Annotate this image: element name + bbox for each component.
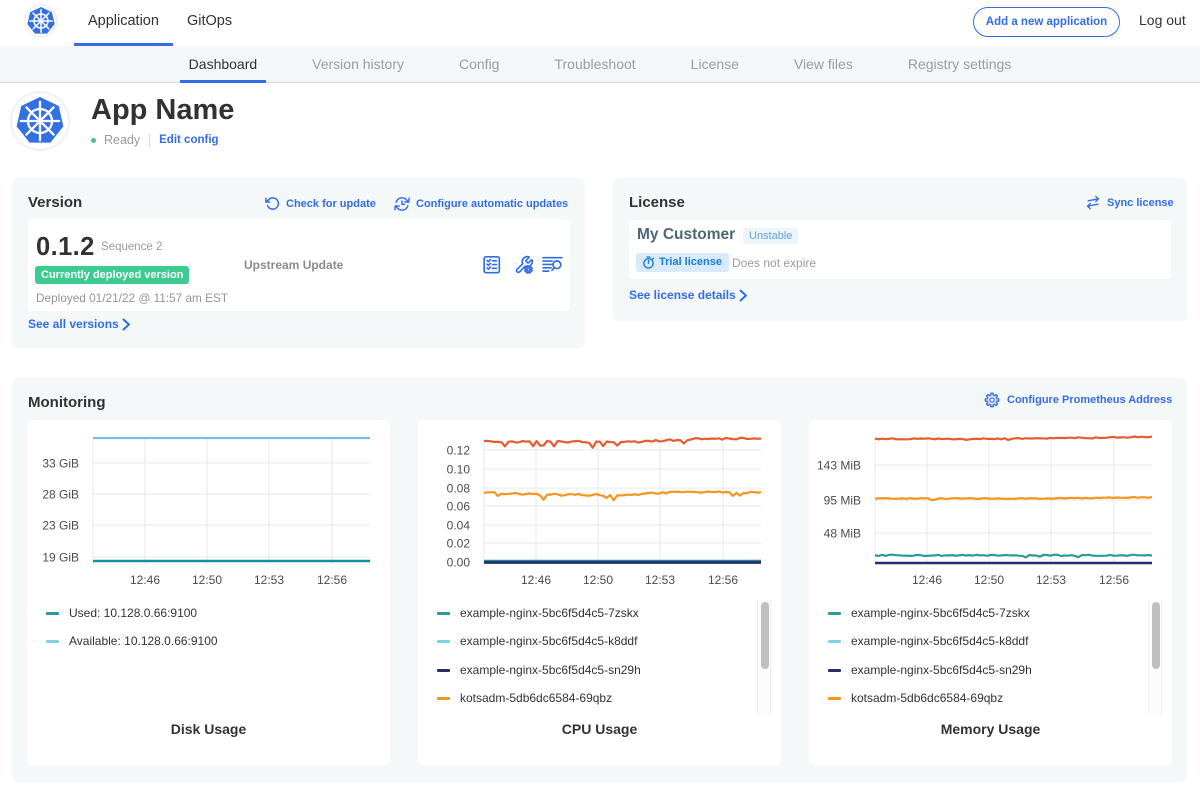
svg-text:0.10: 0.10 — [447, 463, 471, 477]
svg-text:0.00: 0.00 — [447, 556, 471, 570]
svg-text:12:56: 12:56 — [317, 573, 347, 587]
svg-text:33 GiB: 33 GiB — [42, 457, 79, 471]
svg-text:28 GiB: 28 GiB — [42, 488, 79, 502]
svg-text:23 GiB: 23 GiB — [42, 519, 79, 533]
svg-text:12:50: 12:50 — [192, 573, 222, 587]
svg-text:0.02: 0.02 — [447, 537, 471, 551]
svg-text:0.08: 0.08 — [447, 482, 471, 496]
svg-text:143 MiB: 143 MiB — [817, 459, 861, 473]
svg-text:12:46: 12:46 — [912, 573, 942, 587]
svg-text:0.04: 0.04 — [447, 519, 471, 533]
svg-text:0.12: 0.12 — [447, 444, 471, 458]
svg-text:95 MiB: 95 MiB — [824, 494, 861, 508]
svg-text:12:56: 12:56 — [1099, 573, 1129, 587]
svg-text:12:53: 12:53 — [645, 573, 675, 587]
svg-text:0.06: 0.06 — [447, 500, 471, 514]
svg-text:19 GiB: 19 GiB — [42, 551, 79, 565]
svg-text:12:46: 12:46 — [130, 573, 160, 587]
svg-text:12:50: 12:50 — [974, 573, 1004, 587]
svg-text:12:46: 12:46 — [521, 573, 551, 587]
svg-text:12:56: 12:56 — [708, 573, 738, 587]
svg-text:48 MiB: 48 MiB — [824, 527, 861, 541]
svg-text:12:53: 12:53 — [1036, 573, 1066, 587]
svg-text:12:53: 12:53 — [254, 573, 284, 587]
svg-text:12:50: 12:50 — [583, 573, 613, 587]
